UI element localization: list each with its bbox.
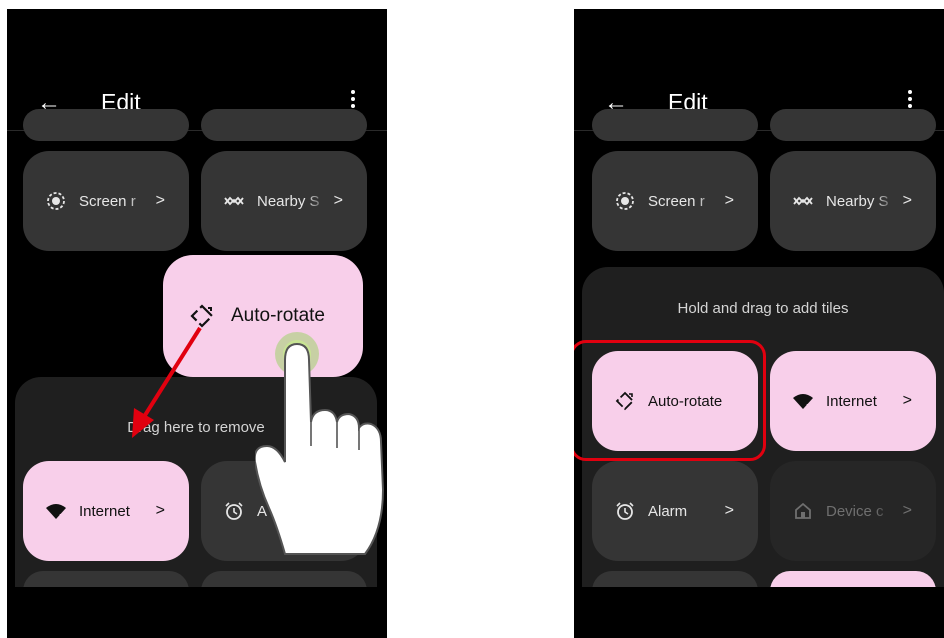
tile-label: Auto-rotate	[231, 305, 325, 326]
tile-internet[interactable]: 5 Internet >	[23, 461, 189, 561]
tile-label: Screen r	[648, 192, 705, 210]
tile-label: Internet	[79, 502, 130, 520]
tile-label: Nearby S	[826, 192, 889, 210]
screen-record-icon	[45, 190, 67, 212]
wifi-icon: 5	[45, 500, 67, 522]
chevron-right-icon: >	[155, 192, 165, 209]
tile-screen-record[interactable]: Screen r >	[23, 151, 189, 251]
tile-alarm[interactable]: Alarm >	[592, 461, 758, 561]
partial-tile	[770, 109, 936, 141]
more-options-icon[interactable]	[908, 87, 914, 111]
chevron-right-icon: >	[724, 192, 734, 209]
tile-label: Screen r	[79, 192, 136, 210]
wifi-icon: 5	[792, 390, 814, 412]
screen-record-icon	[614, 190, 636, 212]
alarm-icon	[223, 500, 245, 522]
svg-text:5: 5	[59, 513, 63, 520]
tile-nearby-share[interactable]: Nearby S >	[201, 151, 367, 251]
more-options-icon[interactable]	[351, 87, 357, 111]
tile-label: Device c	[826, 502, 884, 520]
chevron-right-icon: >	[724, 502, 734, 519]
chevron-right-icon: >	[902, 192, 912, 209]
nearby-share-icon	[223, 190, 245, 212]
tile-label: Alarm	[648, 502, 688, 520]
svg-text:5: 5	[806, 403, 810, 410]
partial-tile	[23, 109, 189, 141]
nearby-share-icon	[792, 190, 814, 212]
right-screenshot: ← Edit Screen r > Nearby S > Hold and dr…	[574, 9, 944, 638]
tile-nearby-share[interactable]: Nearby S >	[770, 151, 936, 251]
tile-device-controls[interactable]: Device c >	[770, 461, 936, 561]
partial-tile	[592, 109, 758, 141]
chevron-right-icon: >	[155, 502, 165, 519]
nav-bar-area	[7, 587, 387, 638]
home-icon	[792, 500, 814, 522]
tile-label: Internet	[826, 392, 877, 410]
partial-tile	[201, 109, 367, 141]
alarm-icon	[614, 500, 636, 522]
tile-internet[interactable]: 5 Internet >	[770, 351, 936, 451]
tile-screen-record[interactable]: Screen r >	[592, 151, 758, 251]
drag-arrow-annotation	[132, 326, 202, 438]
chevron-right-icon: >	[902, 392, 912, 409]
highlight-box-annotation	[574, 340, 766, 461]
add-hint-text: Hold and drag to add tiles	[677, 300, 849, 317]
chevron-right-icon: >	[333, 192, 343, 209]
nav-bar-area	[574, 587, 944, 638]
tile-label: Nearby S	[257, 192, 320, 210]
chevron-right-icon: >	[902, 502, 912, 519]
hand-pointer-icon	[255, 332, 385, 555]
